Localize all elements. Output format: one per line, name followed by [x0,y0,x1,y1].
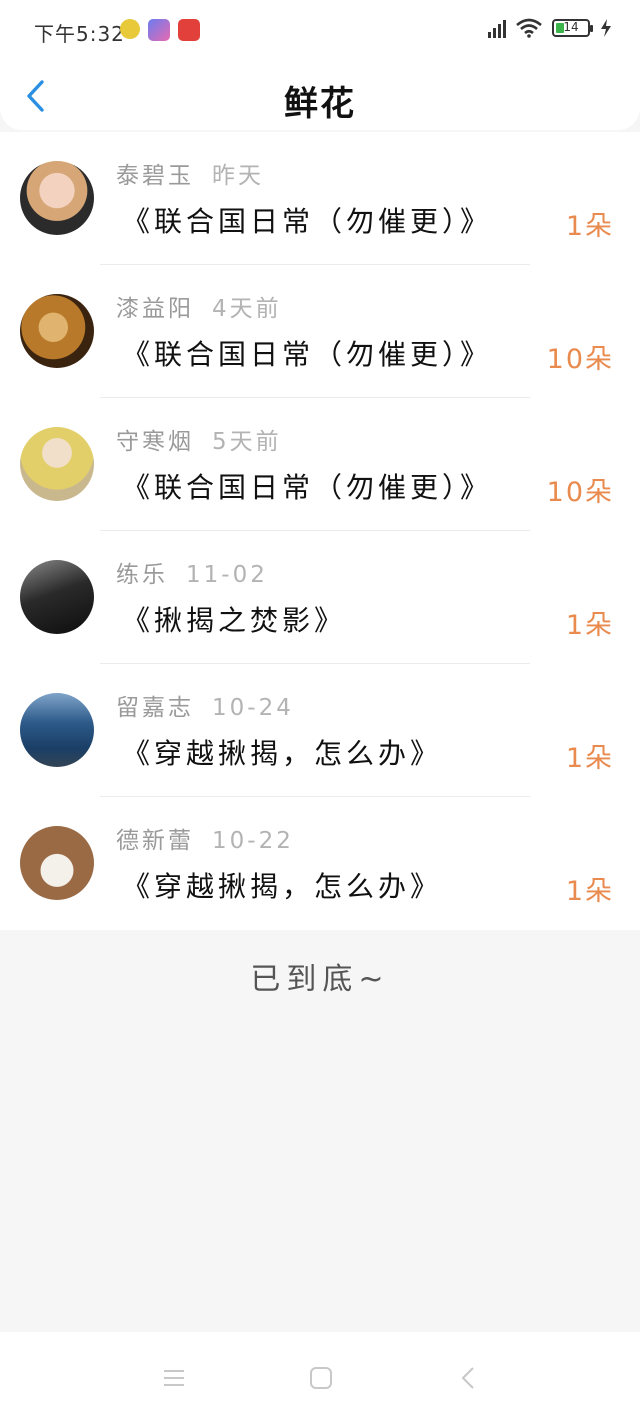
gift-date: 5天前 [212,429,282,455]
sender-name[interactable]: 德新蕾 [116,828,194,854]
back-triangle-icon [462,1367,474,1389]
list-item[interactable]: 守寒烟 5天前 《联合国日常（勿催更）》 10朵 [0,398,640,531]
signal-icon [488,18,506,38]
work-title[interactable]: 《联合国日常（勿催更）》 [122,333,492,373]
sender-meta: 泰碧玉 昨天 [116,156,264,190]
flower-count: 1朵 [565,743,614,774]
avatar[interactable] [20,826,94,900]
charging-icon [601,19,611,37]
work-title[interactable]: 《联合国日常（勿催更）》 [122,200,492,240]
menu-button[interactable] [161,1365,187,1391]
list-item[interactable]: 漆益阳 4天前 《联合国日常（勿催更）》 10朵 [0,265,640,398]
list-item[interactable]: 留嘉志 10-24 《穿越揪揭，怎么办》 1朵 [0,664,640,797]
end-of-list-text: 已到底~ [250,962,390,997]
sender-name[interactable]: 留嘉志 [116,695,194,721]
list-item[interactable]: 练乐 11-02 《揪揭之焚影》 1朵 [0,531,640,664]
avatar[interactable] [20,427,94,501]
wifi-icon [516,18,542,38]
status-right: 14 [488,18,612,38]
sender-name[interactable]: 练乐 [116,562,168,588]
sender-name[interactable]: 泰碧玉 [116,163,194,189]
work-title[interactable]: 《揪揭之焚影》 [122,599,346,639]
avatar[interactable] [20,161,94,235]
sender-name[interactable]: 漆益阳 [116,296,194,322]
system-back-button[interactable] [456,1365,482,1391]
avatar[interactable] [20,693,94,767]
sender-meta: 漆益阳 4天前 [116,289,282,323]
header: 鲜花 [0,62,640,130]
app-notification-icon [120,19,140,39]
work-title[interactable]: 《联合国日常（勿催更）》 [122,466,492,506]
flower-count: 10朵 [546,477,614,508]
avatar[interactable] [20,294,94,368]
sender-meta: 守寒烟 5天前 [116,422,282,456]
battery-level: 14 [563,20,579,34]
flower-count: 1朵 [565,211,614,242]
gift-date: 4天前 [212,296,282,322]
flower-count: 1朵 [565,876,614,907]
home-button[interactable] [308,1365,334,1391]
list-item[interactable]: 泰碧玉 昨天 《联合国日常（勿催更）》 1朵 [0,132,640,265]
news-app-icon [178,19,200,41]
home-icon [310,1367,332,1389]
notification-icons [120,19,200,41]
sender-meta: 德新蕾 10-22 [116,821,294,855]
gift-date: 昨天 [212,163,264,189]
sender-meta: 练乐 11-02 [116,555,268,589]
menu-icon [164,1370,184,1386]
flower-count: 10朵 [546,344,614,375]
page-title: 鲜花 [284,84,356,124]
flower-list: 泰碧玉 昨天 《联合国日常（勿催更）》 1朵 漆益阳 4天前 《联合国日常（勿催更）… [0,132,640,930]
system-nav-bar [0,1332,640,1422]
work-title[interactable]: 《穿越揪揭，怎么办》 [122,732,442,772]
gift-date: 10-22 [212,828,294,854]
list-item[interactable]: 德新蕾 10-22 《穿越揪揭，怎么办》 1朵 [0,797,640,930]
sender-name[interactable]: 守寒烟 [116,429,194,455]
work-title[interactable]: 《穿越揪揭，怎么办》 [122,865,442,905]
gift-date: 10-24 [212,695,294,721]
status-bar: 下午5:32 14 [0,0,640,62]
video-app-icon [148,19,170,41]
avatar[interactable] [20,560,94,634]
flower-count: 1朵 [565,610,614,641]
status-time: 下午5:32 [34,22,125,46]
gift-date: 11-02 [186,562,268,588]
sender-meta: 留嘉志 10-24 [116,688,294,722]
battery-icon: 14 [552,19,593,37]
